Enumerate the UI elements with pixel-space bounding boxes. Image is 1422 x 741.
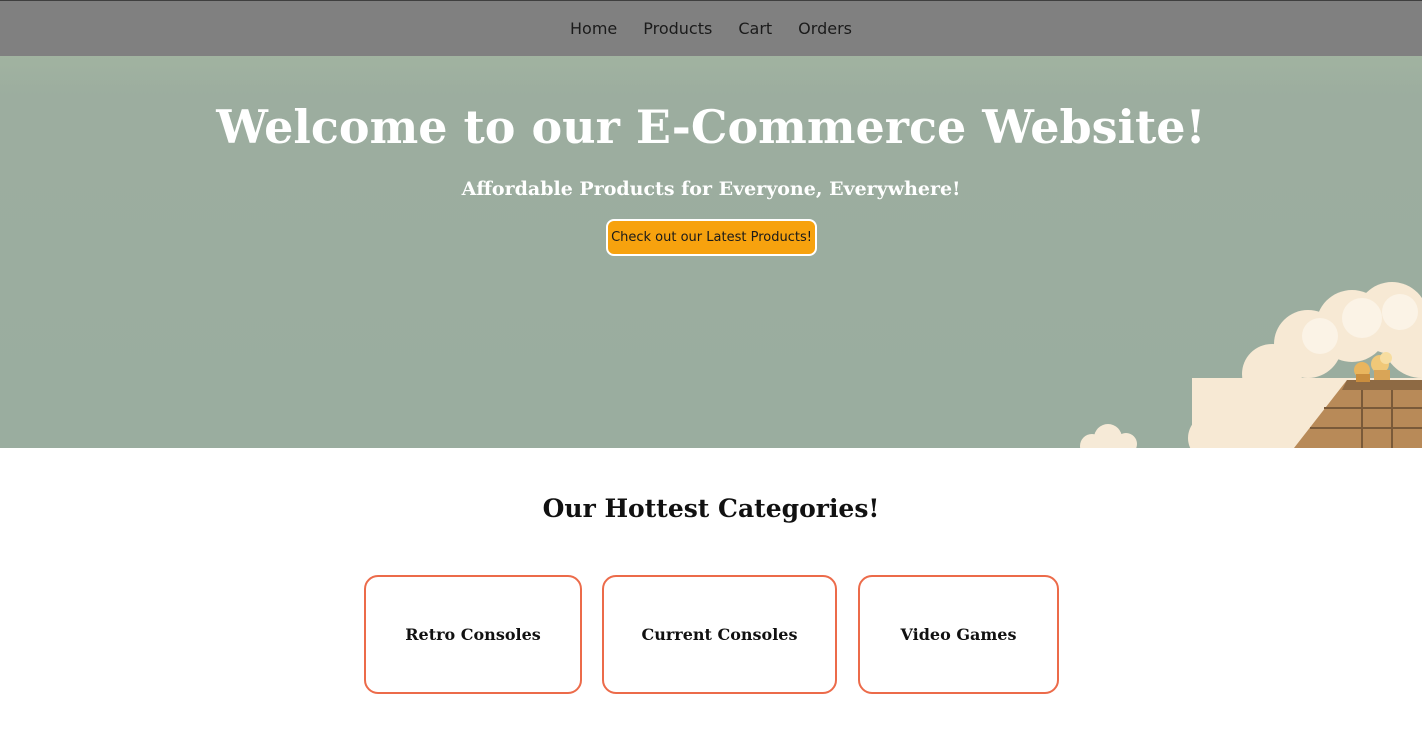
category-card-label: Current Consoles [641, 625, 798, 644]
hero-subtitle: Affordable Products for Everyone, Everyw… [461, 178, 961, 200]
hero-title: Welcome to our E-Commerce Website! [216, 100, 1206, 154]
latest-products-button[interactable]: Check out our Latest Products! [606, 219, 817, 256]
category-card-label: Video Games [900, 625, 1017, 644]
category-card-label: Retro Consoles [405, 625, 541, 644]
nav-link-home[interactable]: Home [570, 1, 617, 57]
category-card-video-games[interactable]: Video Games [858, 575, 1059, 694]
nav-link-orders[interactable]: Orders [798, 1, 852, 57]
category-card-current-consoles[interactable]: Current Consoles [602, 575, 837, 694]
nav-link-cart[interactable]: Cart [738, 1, 772, 57]
nav-link-products[interactable]: Products [643, 1, 712, 57]
hero-banner: Welcome to our E-Commerce Website! Affor… [0, 56, 1422, 448]
category-card-retro-consoles[interactable]: Retro Consoles [364, 575, 582, 694]
hero-pixel-art-illustration [1080, 282, 1422, 448]
top-navbar: Home Products Cart Orders [0, 1, 1422, 56]
categories-heading: Our Hottest Categories! [542, 494, 880, 523]
